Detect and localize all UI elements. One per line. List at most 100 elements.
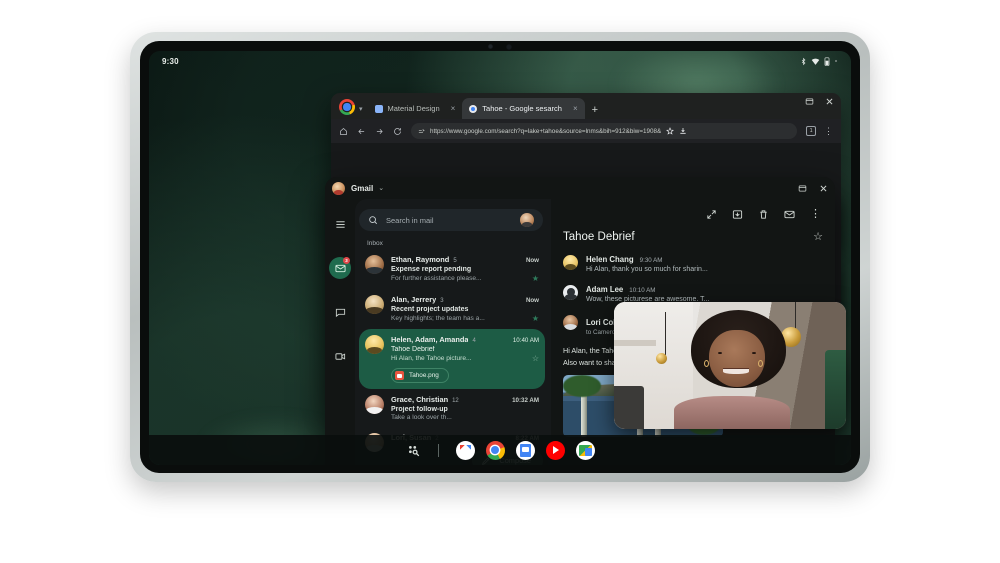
foliage [563, 375, 601, 397]
sidebar-item-meet[interactable] [329, 345, 351, 367]
avatar [365, 335, 384, 354]
taskbar-app-gmail[interactable] [455, 440, 475, 460]
eye [751, 351, 756, 354]
star-icon[interactable]: ★ [532, 314, 539, 323]
wifi-icon [811, 58, 820, 65]
expand-icon[interactable] [706, 209, 717, 220]
inbox-label: Inbox [367, 240, 383, 247]
message-snippet: Key highlights; the team has a... [391, 315, 485, 322]
address-bar-url: https://www.google.com/search?q=lake+tah… [430, 127, 662, 135]
extension-badge-icon[interactable]: 1 [806, 126, 816, 136]
attachment-name: Tahoe.png [409, 372, 439, 379]
message-snippet: Hi Alan, the Tahoe picture... [391, 355, 472, 362]
overflow-menu-icon[interactable]: ⋮ [810, 209, 821, 220]
tablet-bezel: 9:30 Weather Wed ⛈ 8° [140, 41, 860, 473]
browser-tab-material-design[interactable]: Material Design × [368, 98, 463, 119]
chrome-toolbar-right: 1 ⋮ [806, 126, 833, 136]
overflow-menu-icon[interactable]: ⋮ [824, 127, 833, 136]
new-tab-button[interactable]: + [592, 104, 598, 116]
list-item[interactable]: Ethan, Raymond 5 Now Expense report pend… [359, 249, 545, 289]
message-time: 10:10 AM [629, 287, 656, 294]
gmail-message-list-pane: Search in mail Inbox Ethan, Raymond 5 No… [355, 199, 551, 465]
download-icon[interactable] [679, 127, 687, 135]
avatar [365, 295, 384, 314]
restore-icon[interactable] [798, 184, 807, 193]
taskbar-app-chrome[interactable] [485, 440, 505, 460]
chevron-down-icon[interactable]: ⌄ [378, 184, 384, 192]
eye [718, 351, 723, 354]
close-tab-icon[interactable]: × [451, 104, 456, 113]
message-list: Ethan, Raymond 5 Now Expense report pend… [355, 249, 551, 458]
avatar [563, 285, 578, 300]
close-icon[interactable] [825, 97, 834, 106]
status-bar: 9:30 [149, 51, 851, 71]
taskbar [149, 435, 851, 465]
video-call-pip-window[interactable] [614, 302, 846, 429]
star-outline-icon[interactable]: ☆ [813, 230, 823, 243]
lamp-cord [665, 312, 667, 356]
restore-icon[interactable] [805, 97, 814, 106]
attachment-chip[interactable]: Tahoe.png [391, 368, 449, 383]
unread-badge: 3 [343, 257, 350, 264]
address-bar[interactable]: https://www.google.com/search?q=lake+tah… [411, 123, 798, 139]
star-icon[interactable] [666, 127, 675, 135]
sidebar-item-mail[interactable]: 3 [329, 257, 351, 279]
message-time: 9:30 AM [639, 257, 663, 264]
search-bar[interactable]: Search in mail [359, 209, 543, 231]
reload-icon[interactable] [393, 127, 402, 136]
close-tab-icon[interactable]: × [573, 104, 578, 113]
green-curtain [825, 350, 846, 429]
message-subject: Recent project updates [391, 305, 469, 313]
list-item[interactable]: Grace, Christian 12 10:32 AM Project fol… [359, 389, 545, 427]
avatar [563, 315, 578, 330]
avatar[interactable] [520, 213, 534, 227]
delete-icon[interactable] [758, 209, 769, 220]
archive-icon[interactable] [732, 209, 743, 220]
status-clock: 9:30 [162, 56, 179, 66]
sidebar-item-chat[interactable] [329, 301, 351, 323]
message-time: 10:40 AM [512, 337, 539, 344]
bluetooth-icon [801, 57, 806, 65]
taskbar-app-youtube[interactable] [545, 440, 565, 460]
avatar [563, 255, 578, 270]
taskbar-app-slides[interactable] [515, 440, 535, 460]
back-icon[interactable] [357, 127, 366, 136]
status-icons [800, 56, 838, 66]
browser-tab-label: Material Design [387, 104, 440, 113]
close-icon[interactable] [819, 184, 828, 193]
chrome-window-controls [805, 97, 845, 106]
taskbar-app-photos[interactable] [575, 440, 595, 460]
window-shape [614, 385, 645, 429]
chevron-down-icon[interactable]: ▾ [359, 105, 363, 113]
list-item-selected[interactable]: Helen, Adam, Amanda 4 10:40 AM Tahoe Deb… [359, 329, 545, 389]
image-file-icon [395, 371, 404, 380]
tablet-device: 9:30 Weather Wed ⛈ 8° [130, 32, 870, 482]
star-outline-icon[interactable]: ☆ [532, 354, 539, 363]
thread-message-collapsed[interactable]: Adam Lee 10:10 AM Wow, these picturese a… [563, 285, 823, 303]
forward-icon[interactable] [375, 127, 384, 136]
camera-icon [506, 44, 512, 50]
avatar [365, 255, 384, 274]
participant-torso [674, 395, 791, 429]
search-input[interactable]: Search in mail [386, 216, 512, 225]
mark-unread-icon[interactable] [784, 209, 795, 220]
message-time: 10:32 AM [512, 397, 539, 404]
thread-message-collapsed[interactable]: Helen Chang 9:30 AM Hi Alan, thank you s… [563, 255, 823, 273]
participant-smile [723, 368, 749, 375]
dot-icon [835, 60, 837, 62]
browser-tab-tahoe-search[interactable]: Tahoe - Google sesarch × [462, 98, 585, 119]
pendant-lamp-icon [655, 352, 667, 364]
app-launcher-button[interactable] [406, 443, 421, 458]
star-icon[interactable]: ★ [532, 274, 539, 283]
chrome-tabstrip: ▾ Material Design × Tahoe - Google sesar… [331, 93, 841, 119]
gmail-app-icon [332, 181, 345, 195]
message-sender: Grace, Christian [391, 395, 449, 404]
google-favicon [469, 104, 478, 113]
message-sender: Adam Lee [586, 285, 624, 294]
list-item[interactable]: Alan, Jerrery 3 Now Recent project updat… [359, 289, 545, 329]
home-icon[interactable] [339, 127, 348, 136]
message-time: Now [525, 257, 539, 264]
hamburger-menu-icon[interactable] [329, 213, 351, 235]
gmail-window-titlebar: Gmail ⌄ [325, 177, 835, 199]
search-icon [369, 216, 378, 225]
